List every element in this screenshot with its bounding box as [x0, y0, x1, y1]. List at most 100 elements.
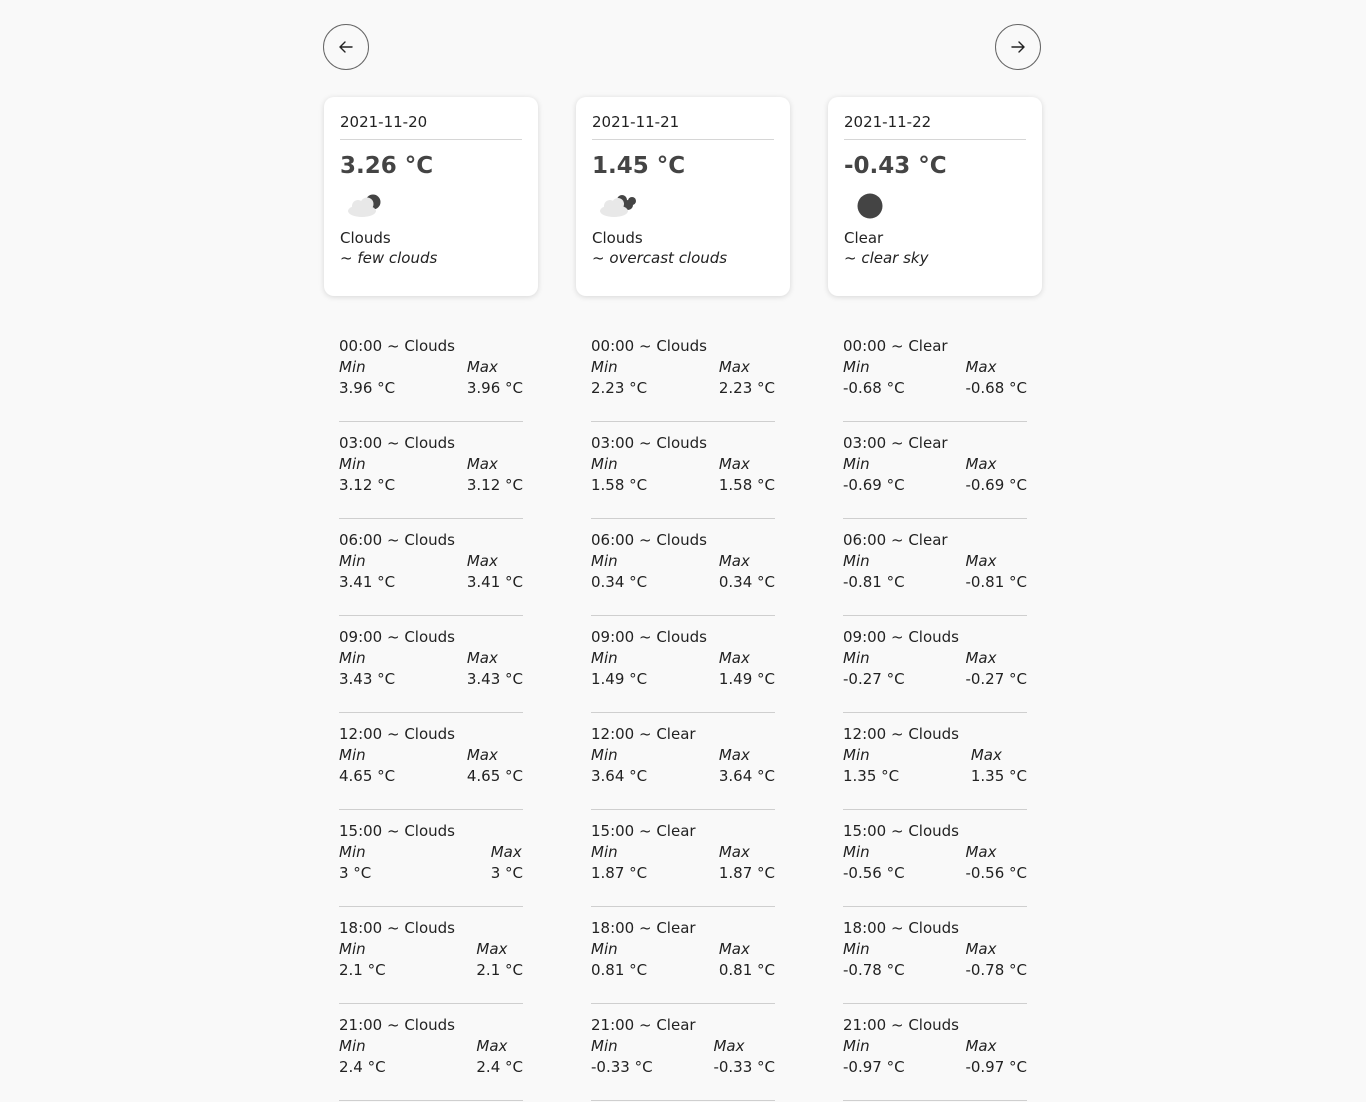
- day-date: 2021-11-21: [592, 113, 774, 140]
- min-value: 3.12 °C: [339, 476, 396, 494]
- day-description: ~ clear sky: [844, 249, 929, 267]
- min-value: 2.1 °C: [339, 961, 386, 979]
- day-description: ~ few clouds: [340, 249, 438, 267]
- max-label: Max: [718, 358, 750, 376]
- max-value: 1.87 °C: [718, 864, 775, 882]
- min-label: Min: [339, 358, 366, 376]
- forecast-slot: 12:00 ~ Clouds Min 4.65 °C Max 4.65 °C: [339, 714, 523, 810]
- min-label: Min: [339, 843, 366, 861]
- max-value: 3.41 °C: [466, 573, 523, 591]
- max-label: Max: [718, 649, 750, 667]
- min-value: 3 °C: [339, 864, 372, 882]
- day-condition: Clouds: [340, 229, 391, 247]
- forecast-slot: 09:00 ~ Clouds Min 3.43 °C Max 3.43 °C: [339, 617, 523, 713]
- max-label: Max: [718, 843, 750, 861]
- min-label: Min: [339, 940, 366, 958]
- min-label: Min: [843, 552, 870, 570]
- min-label: Min: [591, 746, 618, 764]
- slot-title: 12:00 ~ Clouds: [339, 725, 455, 743]
- forecast-slot: 03:00 ~ Clouds Min 3.12 °C Max 3.12 °C: [339, 423, 523, 519]
- max-label: Max: [466, 649, 498, 667]
- min-label: Min: [591, 843, 618, 861]
- forecast-slot: 09:00 ~ Clouds Min -0.27 °C Max -0.27 °C: [843, 617, 1027, 713]
- max-label: Max: [466, 552, 498, 570]
- forecast-slot: 03:00 ~ Clouds Min 1.58 °C Max 1.58 °C: [591, 423, 775, 519]
- day-date: 2021-11-22: [844, 113, 1026, 140]
- forecast-slot: 18:00 ~ Clouds Min -0.78 °C Max -0.78 °C: [843, 908, 1027, 1004]
- forecast-slot: 15:00 ~ Clouds Min -0.56 °C Max -0.56 °C: [843, 811, 1027, 907]
- max-value: 1.49 °C: [718, 670, 775, 688]
- max-value: 3.96 °C: [466, 379, 523, 397]
- forecast-slot: 15:00 ~ Clear Min 1.87 °C Max 1.87 °C: [591, 811, 775, 907]
- min-label: Min: [339, 1037, 366, 1055]
- min-value: 1.49 °C: [591, 670, 648, 688]
- max-label: Max: [466, 358, 498, 376]
- min-value: 3.64 °C: [591, 767, 648, 785]
- min-label: Min: [591, 358, 618, 376]
- max-label: Max: [713, 1037, 745, 1055]
- min-value: -0.68 °C: [843, 379, 905, 397]
- forecast-slot: 00:00 ~ Clear Min -0.68 °C Max -0.68 °C: [843, 326, 1027, 422]
- max-label: Max: [965, 843, 997, 861]
- slot-title: 12:00 ~ Clouds: [843, 725, 959, 743]
- min-value: -0.81 °C: [843, 573, 905, 591]
- overcast-clouds-icon: [592, 191, 774, 225]
- arrow-right-icon: [1011, 41, 1025, 53]
- slot-title: 09:00 ~ Clouds: [339, 628, 455, 646]
- slot-title: 18:00 ~ Clouds: [843, 919, 959, 937]
- min-value: 1.35 °C: [843, 767, 900, 785]
- day-temperature: 1.45 °C: [592, 153, 686, 179]
- max-label: Max: [718, 552, 750, 570]
- min-label: Min: [843, 843, 870, 861]
- forecast-slot: 00:00 ~ Clouds Min 2.23 °C Max 2.23 °C: [591, 326, 775, 422]
- min-value: -0.27 °C: [843, 670, 905, 688]
- day-summary-card: 2021-11-22 -0.43 °C Clear ~ clear sky: [828, 97, 1042, 296]
- min-label: Min: [843, 455, 870, 473]
- slot-title: 15:00 ~ Clear: [591, 822, 696, 840]
- max-label: Max: [965, 1037, 997, 1055]
- min-label: Min: [591, 1037, 618, 1055]
- max-label: Max: [970, 746, 1002, 764]
- max-label: Max: [965, 649, 997, 667]
- min-value: -0.97 °C: [843, 1058, 905, 1076]
- day-description: ~ overcast clouds: [592, 249, 728, 267]
- max-value: 0.81 °C: [718, 961, 775, 979]
- forecast-slot: 06:00 ~ Clear Min -0.81 °C Max -0.81 °C: [843, 520, 1027, 616]
- max-value: -0.81 °C: [965, 573, 1027, 591]
- next-day-button[interactable]: [995, 24, 1041, 70]
- max-value: 3.12 °C: [466, 476, 523, 494]
- slot-title: 21:00 ~ Clouds: [843, 1016, 959, 1034]
- slot-title: 12:00 ~ Clear: [591, 725, 696, 743]
- min-label: Min: [591, 455, 618, 473]
- min-value: 1.87 °C: [591, 864, 648, 882]
- forecast-slot: 21:00 ~ Clouds Min -0.97 °C Max -0.97 °C: [843, 1005, 1027, 1101]
- min-value: 3.41 °C: [339, 573, 396, 591]
- max-label: Max: [476, 1037, 508, 1055]
- slot-title: 06:00 ~ Clouds: [591, 531, 707, 549]
- min-label: Min: [339, 552, 366, 570]
- slot-title: 03:00 ~ Clear: [843, 434, 948, 452]
- day-summary-card: 2021-11-21 1.45 °C Clouds ~ overcast clouds: [576, 97, 790, 296]
- max-value: -0.56 °C: [965, 864, 1027, 882]
- min-value: -0.69 °C: [843, 476, 905, 494]
- min-label: Min: [843, 746, 870, 764]
- day-column: 2021-11-20 3.26 °C Clouds ~ few clouds 00:00…: [324, 97, 538, 1102]
- few-clouds-icon: [340, 191, 522, 225]
- max-label: Max: [718, 455, 750, 473]
- arrow-left-icon: [339, 41, 353, 53]
- slot-title: 06:00 ~ Clouds: [339, 531, 455, 549]
- day-date: 2021-11-20: [340, 113, 522, 140]
- day-column: 2021-11-21 1.45 °C Clouds ~ overcast clouds…: [576, 97, 790, 1102]
- forecast-slot: 15:00 ~ Clouds Min 3 °C Max 3 °C: [339, 811, 523, 907]
- prev-day-button[interactable]: [323, 24, 369, 70]
- min-label: Min: [843, 1037, 870, 1055]
- min-value: 4.65 °C: [339, 767, 396, 785]
- forecast-slot: 12:00 ~ Clouds Min 1.35 °C Max 1.35 °C: [843, 714, 1027, 810]
- forecast-slot-list: 00:00 ~ Clear Min -0.68 °C Max -0.68 °C 03:00…: [828, 326, 1042, 1101]
- forecast-slot: 00:00 ~ Clouds Min 3.96 °C Max 3.96 °C: [339, 326, 523, 422]
- max-value: 2.23 °C: [718, 379, 775, 397]
- min-value: -0.33 °C: [591, 1058, 653, 1076]
- max-label: Max: [466, 455, 498, 473]
- min-label: Min: [843, 358, 870, 376]
- min-value: 2.23 °C: [591, 379, 648, 397]
